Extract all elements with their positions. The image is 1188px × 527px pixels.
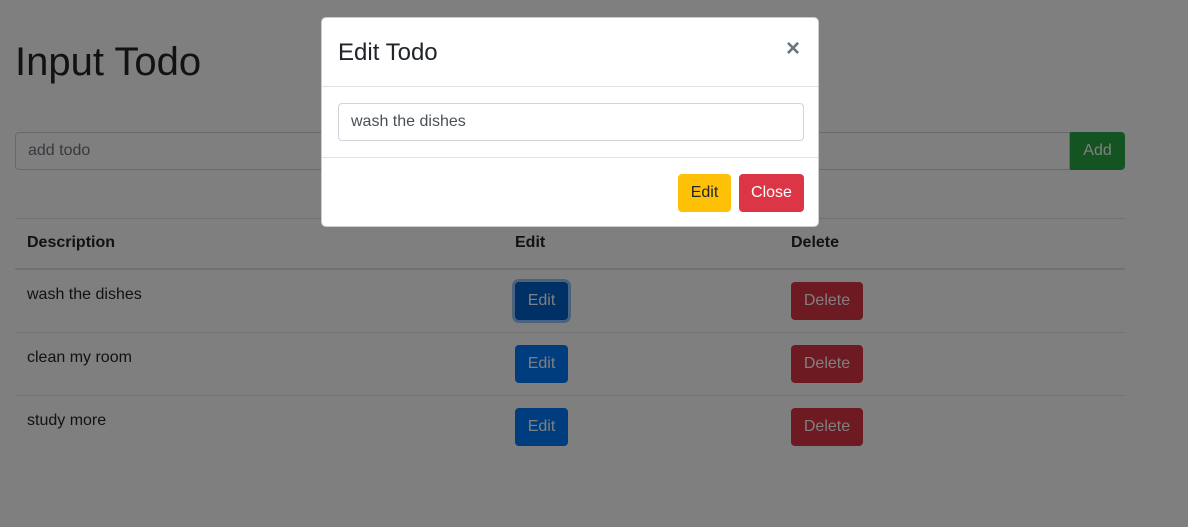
close-icon[interactable]: × [784,37,802,61]
edit-todo-input[interactable] [338,103,804,141]
modal-close-button[interactable]: Close [739,174,804,212]
modal-header: Edit Todo × [322,18,818,87]
modal-footer: Edit Close [322,158,818,227]
modal-title: Edit Todo [338,39,438,66]
edit-todo-modal: Edit Todo × Edit Close [321,17,819,227]
modal-edit-button[interactable]: Edit [678,174,731,212]
modal-body [322,87,818,158]
